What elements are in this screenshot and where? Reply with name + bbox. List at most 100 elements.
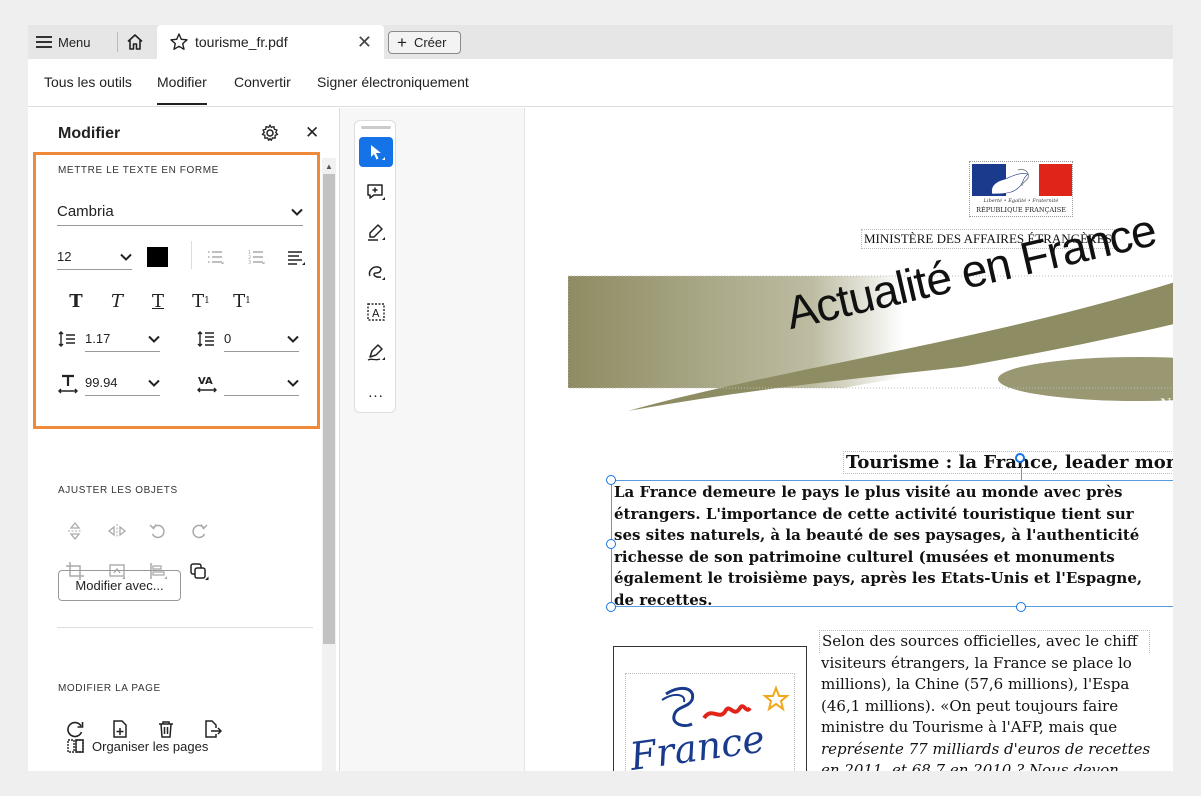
organize-pages-label: Organiser les pages [92,738,209,754]
sign-tool[interactable] [359,337,393,367]
tab-file[interactable]: tourisme_fr.pdf ✕ [157,25,384,59]
chevron-down-icon [148,335,160,343]
hamburger-icon [36,36,52,48]
body-line: représente 77 milliards d'euros de recet… [821,739,1151,758]
menu-button[interactable]: Menu [36,31,91,53]
app-window: Menu tourisme_fr.pdf ✕ + Créer Tous les … [28,25,1173,771]
underline-icon[interactable]: T [147,290,169,312]
text-box-tool[interactable]: A [359,297,393,327]
objects-section-label: AJUSTER LES OBJETS [58,485,178,496]
create-label: Créer [413,35,447,50]
scroll-up-icon[interactable]: ▲ [325,162,333,171]
paragraph-line: également le troisième pays, après les E… [614,569,1143,587]
format-section-label: METTRE LE TEXTE EN FORME [58,165,219,176]
chevron-down-icon [120,253,132,261]
create-button[interactable]: + Créer [388,31,461,54]
panel-scrollbar[interactable]: ▲ [322,158,336,771]
marianne-image [972,164,1072,196]
edit-with-button[interactable]: Modifier avec... [58,570,181,601]
selected-paragraph[interactable]: La France demeure le pays le plus visité… [614,482,1142,611]
character-spacing-icon: VA [197,376,217,393]
rotate-handle[interactable] [1015,453,1025,463]
paragraph-line: richesse de son patrimoine culturel (mus… [614,547,1115,566]
paragraph-line: étrangers. L'importance de cette activit… [614,504,1134,523]
flip-vertical-icon[interactable] [64,520,86,542]
body-line: millions), la Chine (57,6 millions), l'E… [821,675,1130,693]
home-icon[interactable] [125,32,145,52]
select-tool[interactable] [359,137,393,167]
character-spacing-select[interactable] [224,370,299,396]
line-spacing-value: 1.17 [85,331,111,346]
gear-icon[interactable] [260,123,280,143]
bullet-list-icon[interactable] [204,246,226,268]
page-section-label: MODIFIER LA PAGE [58,683,161,694]
rotate-left-icon[interactable] [147,520,169,542]
horizontal-scale-select[interactable]: 99.94 [85,370,160,396]
france-logo-frame[interactable]: France [613,646,807,771]
bold-icon[interactable]: T [65,290,87,312]
subscript-icon[interactable]: T1 [231,290,253,312]
paragraph-line: de recettes. [614,590,713,609]
republique-text: RÉPUBLIQUE FRANÇAISE [976,206,1066,214]
organize-pages-icon [67,739,84,753]
rotate-right-icon[interactable] [188,520,210,542]
italic-icon[interactable]: T [106,290,128,312]
body-text: Selon des sources officielles, avec le c… [819,630,1151,771]
organize-pages-button[interactable]: Organiser les pages [66,736,208,756]
highlight-tool[interactable] [359,217,393,247]
chevron-down-icon [287,379,299,387]
freehand-draw-icon [368,266,385,280]
divider [117,32,118,52]
draw-tool[interactable] [359,257,393,287]
close-panel-icon[interactable]: ✕ [305,123,319,143]
svg-text:A: A [372,307,380,320]
france-logo-image: France [626,685,790,771]
tab-file-label: tourisme_fr.pdf [195,34,288,50]
tool-column: A ... [340,108,525,771]
document-view[interactable]: Liberté • Égalité • Fraternité RÉPUBLIQU… [525,108,1173,771]
panel-title: Modifier [58,125,121,142]
more-tools-button[interactable]: ... [359,377,393,407]
text-color-swatch[interactable] [147,247,168,267]
rotation-stem [1021,463,1022,480]
line-spacing-select[interactable]: 1.17 [85,326,160,352]
body-line: ministre du Tourisme à l'AFP, mais que [821,718,1118,736]
nav-signer[interactable]: Signer électroniquement [317,74,469,90]
line-spacing-icon [58,331,75,347]
nav-modifier[interactable]: Modifier [157,74,207,105]
comment-tool[interactable] [359,177,393,207]
divider [57,627,313,628]
font-size-select[interactable]: 12 [57,244,132,270]
numbered-list-icon[interactable]: 123 [245,246,267,268]
tool-navigation: Tous les outils Modifier Convertir Signe… [28,59,1173,107]
scrollbar-thumb[interactable] [323,174,335,644]
divider [191,241,192,269]
star-icon[interactable] [169,32,189,52]
flip-horizontal-icon[interactable] [106,520,128,542]
chevron-down-icon [291,208,303,216]
cursor-arrow-icon [371,145,385,160]
superscript-icon[interactable]: T1 [190,290,212,312]
close-tab-icon[interactable]: ✕ [357,33,372,51]
paragraph-line: La France demeure le pays le plus visité… [614,483,1123,501]
align-left-icon[interactable] [285,246,307,268]
horizontal-scale-icon [58,374,78,394]
motto-text: Liberté • Égalité • Fraternité [983,198,1059,204]
svg-text:3: 3 [248,260,251,266]
nav-all-tools[interactable]: Tous les outils [44,74,132,90]
font-family-select[interactable]: Cambria [57,198,303,226]
nav-convertir[interactable]: Convertir [234,74,291,90]
highlighter-icon [368,224,385,241]
font-family-value: Cambria [57,203,114,220]
arrange-icon[interactable] [188,560,210,582]
chevron-down-icon [287,335,299,343]
paragraph-spacing-icon [197,331,214,347]
vertical-toolbar: A ... [354,120,396,413]
headline: Tourisme : la France, leader mon [843,451,1173,474]
paragraph-spacing-select[interactable]: 0 [224,326,299,352]
edit-with-label: Modifier avec... [75,578,164,593]
toolbar-grip[interactable] [361,126,391,129]
pen-sign-icon [367,344,385,361]
font-size-value: 12 [57,249,72,264]
banner-letter: N [1160,396,1172,413]
